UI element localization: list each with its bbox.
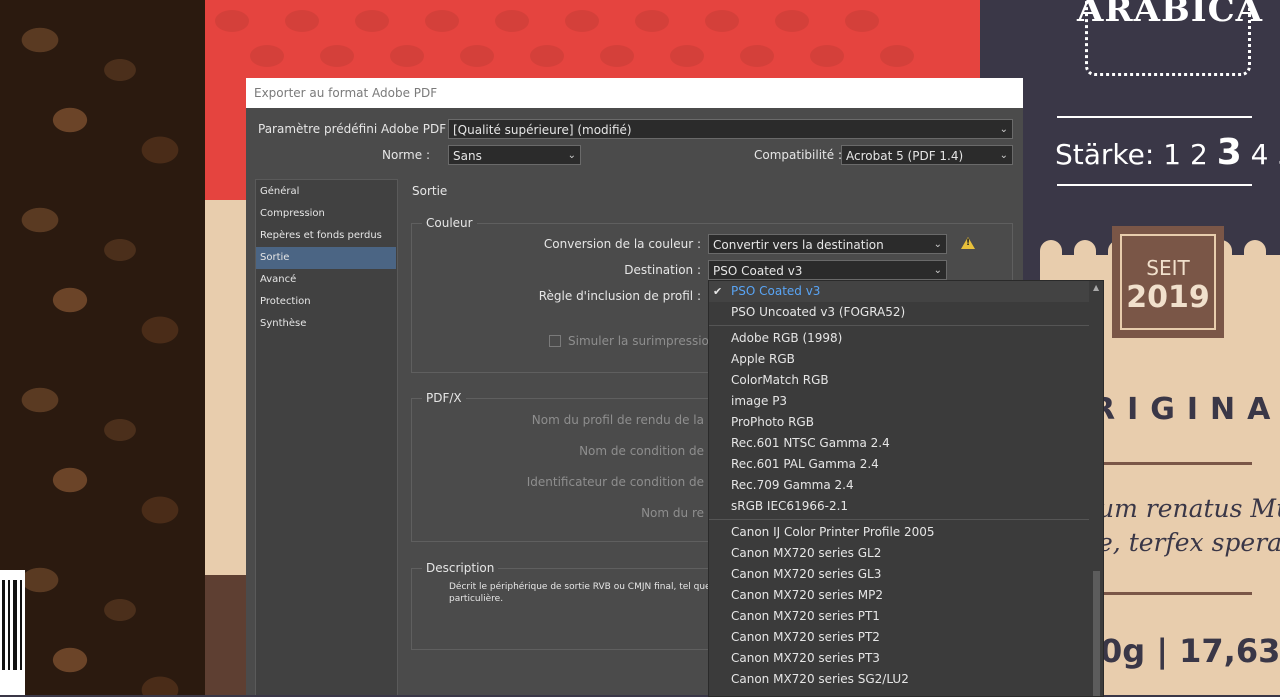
chevron-down-icon: ⌄ bbox=[933, 239, 942, 250]
dropdown-option[interactable]: Canon MX720 series GL3 bbox=[709, 564, 1089, 585]
description-text-1: Décrit le périphérique de sortie RVB ou … bbox=[449, 582, 711, 592]
color-group-title: Couleur bbox=[422, 216, 477, 230]
profile-rule-label: Règle d'inclusion de profil : bbox=[538, 289, 701, 303]
category-sidebar: Général Compression Repères et fonds per… bbox=[255, 179, 398, 695]
scrollbar-thumb[interactable] bbox=[1093, 571, 1100, 696]
dropdown-option[interactable]: Rec.601 PAL Gamma 2.4 bbox=[709, 454, 1089, 475]
pdfx-group-title: PDF/X bbox=[422, 391, 466, 405]
dropdown-option[interactable]: image P3 bbox=[709, 391, 1089, 412]
checkmark-icon: ✔ bbox=[713, 285, 723, 298]
chevron-down-icon: ⌄ bbox=[999, 124, 1008, 135]
nav-advanced[interactable]: Avancé bbox=[256, 269, 396, 291]
nav-compression[interactable]: Compression bbox=[256, 203, 396, 225]
coffee-beans-photo bbox=[0, 0, 205, 695]
strength-2: 2 bbox=[1189, 138, 1208, 171]
dropdown-option[interactable]: Canon MX720 series GL2 bbox=[709, 543, 1089, 564]
option-label: PSO Coated v3 bbox=[731, 284, 821, 298]
strength-scale: Stärke: 1 2 3 4 5 bbox=[1055, 132, 1280, 173]
seit-label: SEIT bbox=[1146, 256, 1190, 280]
strength-3: 3 bbox=[1216, 132, 1242, 173]
latin-text-1: um renatus Mult bbox=[1098, 494, 1280, 523]
dropdown-option-selected[interactable]: ✔ PSO Coated v3 bbox=[709, 281, 1089, 302]
dropdown-option[interactable]: Adobe RGB (1998) bbox=[709, 328, 1089, 349]
scroll-up-icon[interactable]: ▲ bbox=[1093, 283, 1099, 292]
destination-dropdown-list: ✔ PSO Coated v3 PSO Uncoated v3 (FOGRA52… bbox=[708, 280, 1104, 697]
weight-text: 0g | 17,637c bbox=[1100, 632, 1280, 670]
nav-general[interactable]: Général bbox=[256, 181, 396, 203]
compat-label: Compatibilité : bbox=[754, 148, 842, 162]
warning-icon-mark: ! bbox=[966, 238, 971, 248]
nav-output[interactable]: Sortie bbox=[256, 247, 396, 269]
chevron-down-icon: ⌄ bbox=[933, 265, 942, 276]
seit-badge-inner: SEIT 2019 bbox=[1120, 234, 1216, 330]
conversion-value: Convertir vers la destination bbox=[713, 238, 884, 252]
dropdown-option[interactable]: Canon MX720 series SG2/LU2 bbox=[709, 669, 1089, 690]
description-group-title: Description bbox=[422, 561, 499, 575]
dropdown-option[interactable]: Canon MX720 series PT3 bbox=[709, 648, 1089, 669]
original-text: RIGINAL bbox=[1092, 392, 1280, 427]
dialog-title: Exporter au format Adobe PDF bbox=[246, 78, 1023, 108]
compat-value: Acrobat 5 (PDF 1.4) bbox=[846, 149, 964, 163]
preset-label: Paramètre prédéfini Adobe PDF : bbox=[258, 122, 454, 136]
norme-value: Sans bbox=[453, 149, 482, 163]
dropdown-option[interactable]: Rec.709 Gamma 2.4 bbox=[709, 475, 1089, 496]
dropdown-option[interactable]: Canon MX720 series MP2 bbox=[709, 585, 1089, 606]
section-title: Sortie bbox=[412, 184, 448, 198]
strength-1: 1 bbox=[1163, 138, 1182, 171]
preset-value: [Qualité supérieure] (modifié) bbox=[453, 123, 632, 137]
nav-summary[interactable]: Synthèse bbox=[256, 313, 396, 335]
destination-select[interactable]: PSO Coated v3 ⌄ bbox=[708, 260, 947, 280]
nav-security[interactable]: Protection bbox=[256, 291, 396, 313]
conversion-label: Conversion de la couleur : bbox=[543, 237, 701, 251]
divider bbox=[1057, 184, 1252, 186]
divider bbox=[1057, 116, 1252, 118]
chevron-down-icon: ⌄ bbox=[567, 150, 576, 161]
seit-year: 2019 bbox=[1126, 280, 1210, 315]
latin-text-2: e, terfex spera in bbox=[1098, 528, 1280, 557]
norme-label: Norme : bbox=[382, 148, 430, 162]
simulate-overprint-label: Simuler la surimpression bbox=[568, 334, 717, 348]
dropdown-option[interactable]: ColorMatch RGB bbox=[709, 370, 1089, 391]
registry-label: Nom du re bbox=[641, 506, 704, 520]
conversion-select[interactable]: Convertir vers la destination ⌄ bbox=[708, 234, 947, 254]
divider bbox=[1102, 592, 1252, 595]
compat-select[interactable]: Acrobat 5 (PDF 1.4) ⌄ bbox=[841, 145, 1013, 165]
dropdown-option[interactable]: ProPhoto RGB bbox=[709, 412, 1089, 433]
dropdown-option[interactable]: Rec.601 NTSC Gamma 2.4 bbox=[709, 433, 1089, 454]
condition-id-label: Identificateur de condition de bbox=[526, 475, 704, 489]
preset-select[interactable]: [Qualité supérieure] (modifié) ⌄ bbox=[448, 119, 1013, 139]
chevron-down-icon: ⌄ bbox=[999, 150, 1008, 161]
nav-marks-bleeds[interactable]: Repères et fonds perdus bbox=[256, 225, 396, 247]
strength-label: Stärke: bbox=[1055, 138, 1155, 171]
dropdown-option[interactable]: sRGB IEC61966-2.1 bbox=[709, 496, 1089, 517]
dropdown-option[interactable]: Canon MX720 series PT2 bbox=[709, 627, 1089, 648]
description-text-2: particulière. bbox=[449, 594, 504, 604]
dropdown-option[interactable]: PSO Uncoated v3 (FOGRA52) bbox=[709, 302, 1089, 323]
separator bbox=[709, 519, 1089, 520]
destination-label: Destination : bbox=[624, 263, 701, 277]
destination-value: PSO Coated v3 bbox=[713, 264, 803, 278]
divider bbox=[1102, 462, 1252, 465]
brand-logo: ARABICA bbox=[1076, 0, 1264, 30]
dropdown-option[interactable]: Canon IJ Color Printer Profile 2005 bbox=[709, 522, 1089, 543]
render-profile-label: Nom du profil de rendu de la bbox=[531, 413, 704, 427]
condition-name-label: Nom de condition de bbox=[579, 444, 704, 458]
strength-4: 4 bbox=[1250, 138, 1269, 171]
separator bbox=[709, 325, 1089, 326]
dropdown-option[interactable]: Apple RGB bbox=[709, 349, 1089, 370]
norme-select[interactable]: Sans ⌄ bbox=[448, 145, 581, 165]
simulate-overprint-checkbox[interactable] bbox=[549, 335, 561, 347]
dropdown-option[interactable]: Canon MX720 series PT1 bbox=[709, 606, 1089, 627]
